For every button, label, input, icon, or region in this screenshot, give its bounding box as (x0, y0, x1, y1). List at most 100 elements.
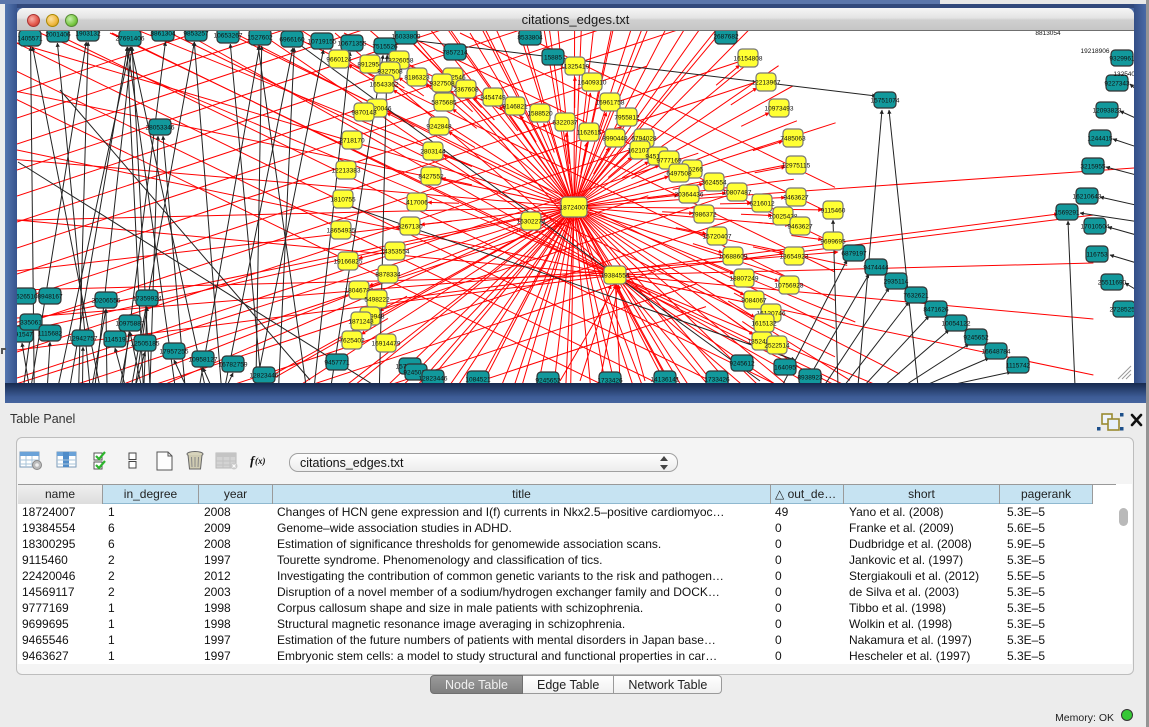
svg-text:5875685: 5875685 (431, 100, 457, 107)
svg-text:391547: 391547 (17, 332, 33, 339)
svg-text:16409310: 16409310 (578, 80, 607, 87)
svg-text:9242848: 9242848 (426, 124, 452, 131)
svg-text:9227343: 9227343 (1104, 81, 1130, 88)
svg-text:2935114: 2935114 (884, 279, 909, 286)
svg-text:8533804: 8533804 (517, 35, 543, 42)
svg-text:27285251: 27285251 (1110, 307, 1134, 314)
svg-text:16154808: 16154808 (734, 56, 763, 63)
svg-text:16033809: 16033809 (392, 34, 421, 41)
svg-text:2718170: 2718170 (339, 138, 365, 145)
svg-text:27691406: 27691406 (116, 36, 145, 43)
svg-text:6322037: 6322037 (552, 120, 578, 127)
svg-text:6879197: 6879197 (841, 251, 867, 258)
svg-text:1405571: 1405571 (17, 36, 43, 43)
svg-text:2522514: 2522514 (764, 343, 790, 350)
svg-text:8912954: 8912954 (357, 62, 383, 69)
svg-text:16543362: 16543362 (370, 82, 399, 89)
svg-text:1115742: 1115742 (1006, 363, 1031, 370)
svg-text:8454749: 8454749 (480, 95, 506, 102)
svg-text:9474444: 9474444 (863, 265, 889, 272)
svg-text:1871243: 1871243 (348, 319, 374, 326)
svg-text:9329961: 9329961 (1109, 56, 1134, 63)
svg-text:10671355: 10671355 (338, 41, 367, 48)
svg-text:15302273: 15302273 (517, 219, 546, 226)
svg-text:16210643: 16210643 (1073, 194, 1102, 201)
svg-text:11325419: 11325419 (561, 64, 590, 71)
svg-text:10807487: 10807487 (723, 190, 752, 197)
svg-text:3624554: 3624554 (701, 180, 727, 187)
svg-text:8990448: 8990448 (602, 136, 628, 143)
svg-text:1615132: 1615132 (751, 321, 777, 328)
svg-text:13654923: 13654923 (780, 254, 809, 261)
svg-text:14136141: 14136141 (651, 377, 680, 384)
svg-text:1733426: 1733426 (597, 378, 623, 384)
svg-text:14353554: 14353554 (381, 249, 410, 256)
svg-text:8878334: 8878334 (375, 272, 401, 279)
svg-text:9870143: 9870143 (351, 110, 377, 117)
svg-text:12213383: 12213383 (332, 168, 361, 175)
svg-text:3215955: 3215955 (1080, 164, 1106, 171)
svg-text:8861304: 8861304 (150, 31, 176, 38)
svg-text:1244415: 1244415 (1087, 136, 1113, 143)
svg-text:16914479: 16914479 (372, 341, 401, 348)
svg-text:9146821: 9146821 (502, 104, 528, 111)
svg-text:12213967: 12213967 (752, 80, 781, 87)
svg-text:9660124: 9660124 (326, 57, 352, 64)
svg-text:16648784: 16648784 (982, 349, 1011, 356)
svg-text:116753: 116753 (1086, 252, 1108, 259)
svg-text:5498222: 5498222 (364, 297, 390, 304)
svg-text:16782759: 16782759 (219, 362, 248, 369)
svg-text:12823446: 12823446 (250, 373, 279, 380)
svg-text:9245652: 9245652 (535, 378, 561, 384)
svg-text:8813054: 8813054 (1035, 31, 1061, 37)
svg-text:2687682: 2687682 (713, 34, 739, 41)
svg-text:9457771: 9457771 (324, 360, 350, 367)
svg-text:(x): (x) (255, 456, 266, 466)
svg-text:2001406: 2001406 (45, 32, 71, 39)
svg-text:7515526: 7515526 (372, 44, 398, 51)
svg-text:17957255: 17957255 (160, 349, 189, 356)
svg-text:15751074: 15751074 (871, 98, 900, 105)
svg-text:1588520: 1588520 (527, 111, 553, 118)
svg-text:12093823: 12093823 (1093, 108, 1122, 115)
svg-text:6497508: 6497508 (666, 171, 692, 178)
svg-text:19166825: 19166825 (334, 259, 363, 266)
svg-text:8471626: 8471626 (923, 307, 949, 314)
svg-text:1527602: 1527602 (247, 35, 273, 42)
svg-text:1115682: 1115682 (38, 331, 63, 338)
svg-text:9245652: 9245652 (963, 335, 989, 342)
svg-text:164095: 164095 (774, 365, 796, 372)
svg-text:6966160: 6966160 (279, 37, 305, 44)
svg-text:25511690: 25511690 (1098, 280, 1127, 287)
svg-text:10958127: 10958127 (189, 357, 218, 364)
svg-text:9463627: 9463627 (783, 195, 809, 202)
svg-text:12823446: 12823446 (419, 376, 448, 383)
svg-text:417006: 417006 (406, 200, 428, 207)
svg-text:1810755: 1810755 (330, 197, 356, 204)
svg-text:9853257: 9853257 (183, 31, 209, 38)
svg-text:2626510: 2626510 (17, 294, 38, 301)
svg-text:10756928: 10756928 (775, 283, 804, 290)
svg-text:20364436: 20364436 (675, 192, 704, 199)
svg-text:10653267: 10653267 (214, 33, 243, 40)
svg-text:9084067: 9084067 (741, 298, 767, 305)
svg-text:19218906: 19218906 (1081, 48, 1110, 55)
svg-text:12975115: 12975115 (782, 163, 811, 170)
svg-text:7485063: 7485063 (780, 136, 806, 143)
svg-text:28053346: 28053346 (146, 125, 175, 132)
svg-text:114519: 114519 (104, 337, 126, 344)
svg-text:1733426: 1733426 (704, 377, 730, 384)
svg-text:7857214: 7857214 (442, 50, 468, 57)
svg-text:8948167: 8948167 (37, 294, 63, 301)
svg-text:3267130: 3267130 (397, 224, 423, 231)
svg-text:20206556: 20206556 (92, 298, 121, 305)
svg-text:10975887: 10975887 (116, 321, 145, 328)
svg-text:12942757: 12942757 (69, 336, 98, 343)
svg-text:16961758: 16961758 (596, 100, 625, 107)
svg-text:9699695: 9699695 (820, 239, 846, 246)
svg-text:1569291: 1569291 (1054, 210, 1080, 217)
svg-text:15720407: 15720407 (703, 234, 732, 241)
svg-text:7632621: 7632621 (903, 293, 929, 300)
svg-text:10973493: 10973493 (765, 106, 794, 113)
svg-text:18807249: 18807249 (730, 276, 759, 283)
